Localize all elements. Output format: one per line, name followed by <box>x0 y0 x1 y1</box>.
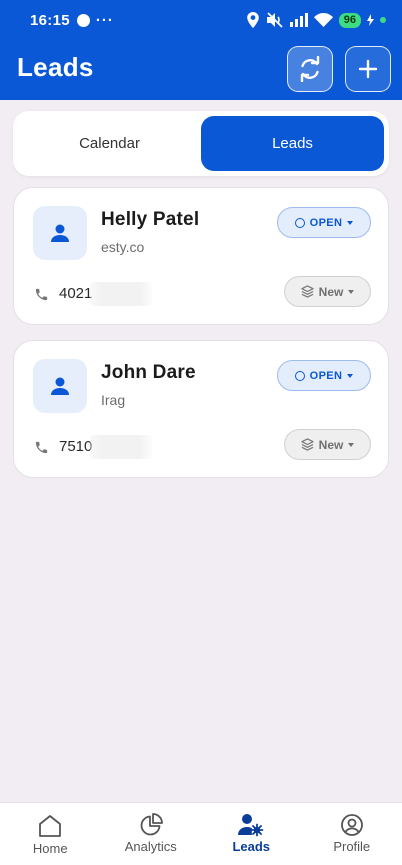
lead-status-label: OPEN <box>309 369 343 382</box>
lead-phone-text: 7510 <box>59 437 93 455</box>
lead-status-dropdown[interactable]: OPEN <box>277 360 371 391</box>
leads-icon <box>238 814 264 837</box>
lead-stage-label: New <box>318 437 344 452</box>
battery-indicator: 96 <box>338 12 361 28</box>
status-time: 16:15 <box>30 11 70 29</box>
privacy-dot-icon <box>380 17 386 23</box>
home-icon <box>39 815 62 837</box>
layers-icon <box>300 438 314 451</box>
page-title: Leads <box>17 52 94 82</box>
nav-profile-label: Profile <box>333 839 371 854</box>
lead-name: John Dare <box>101 362 196 383</box>
nav-leads[interactable]: Leads <box>201 803 302 865</box>
lead-card[interactable]: John Dare Irag OPEN 7510 New <box>13 340 389 478</box>
lead-phone[interactable]: 4021 <box>34 282 153 306</box>
lead-company: esty.co <box>101 239 145 255</box>
circle-icon <box>294 217 305 228</box>
caret-down-icon <box>348 442 355 447</box>
tab-calendar[interactable]: Calendar <box>18 116 201 171</box>
plus-icon <box>358 59 378 79</box>
charging-icon <box>367 14 374 26</box>
phone-icon <box>35 441 48 453</box>
person-icon <box>51 377 69 395</box>
lead-status-dropdown[interactable]: OPEN <box>277 207 371 238</box>
status-bar: 16:15 ··· 96 <box>0 0 402 40</box>
lead-company: Irag <box>101 392 126 408</box>
person-icon <box>51 224 69 242</box>
nav-home-label: Home <box>32 841 68 856</box>
add-lead-button[interactable] <box>345 46 391 92</box>
redacted-mask <box>90 435 153 459</box>
nav-analytics[interactable]: Analytics <box>101 803 202 865</box>
circle-icon <box>294 370 305 381</box>
redacted-mask <box>90 282 153 306</box>
caret-down-icon <box>347 220 354 225</box>
nav-home[interactable]: Home <box>0 803 101 865</box>
signal-icon <box>289 13 308 27</box>
avatar <box>33 359 87 413</box>
lead-phone-text: 4021 <box>59 284 93 302</box>
avatar <box>33 206 87 260</box>
notification-dot-icon <box>76 13 90 27</box>
location-icon <box>246 12 259 28</box>
caret-down-icon <box>348 289 355 294</box>
phone-icon <box>35 288 48 300</box>
sync-button[interactable] <box>287 46 333 92</box>
lead-stage-dropdown[interactable]: New <box>284 429 371 460</box>
lead-stage-label: New <box>318 284 344 299</box>
lead-name: Helly Patel <box>101 209 200 230</box>
profile-icon <box>340 814 363 836</box>
mute-icon <box>266 12 283 28</box>
bottom-navigation: Home Analytics Leads Profile <box>0 802 402 865</box>
nav-profile[interactable]: Profile <box>302 803 402 865</box>
layers-icon <box>300 285 314 298</box>
view-segmented-control: Calendar Leads <box>13 111 389 176</box>
wifi-icon <box>313 13 333 27</box>
nav-analytics-label: Analytics <box>124 839 177 854</box>
caret-down-icon <box>347 373 354 378</box>
lead-stage-dropdown[interactable]: New <box>284 276 371 307</box>
sync-icon <box>300 56 320 82</box>
nav-leads-label: Leads <box>232 839 271 854</box>
lead-status-label: OPEN <box>309 216 343 229</box>
pie-chart-icon <box>140 813 163 836</box>
tab-leads[interactable]: Leads <box>201 116 384 171</box>
top-app-bar: 16:15 ··· 96 Leads <box>0 0 402 100</box>
lead-card[interactable]: Helly Patel esty.co OPEN 4021 New <box>13 187 389 325</box>
lead-phone[interactable]: 7510 <box>34 435 153 459</box>
more-notifications-icon: ··· <box>95 11 114 29</box>
